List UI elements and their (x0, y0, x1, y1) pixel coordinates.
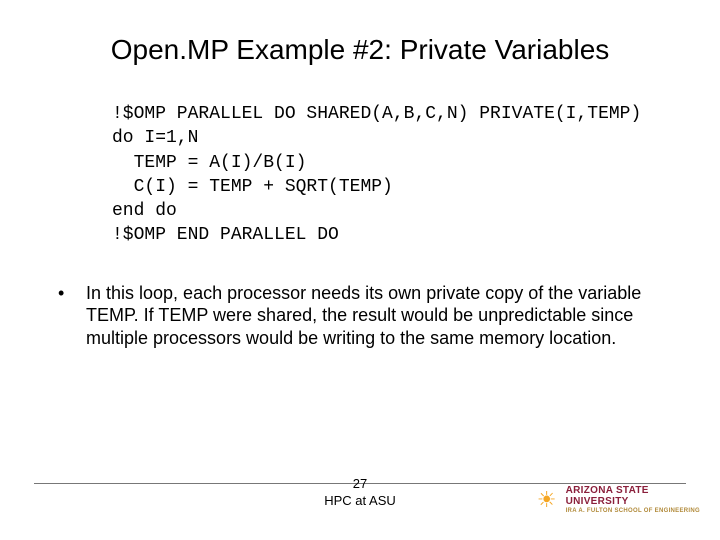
bullet-dot: • (58, 282, 86, 350)
code-line: !$OMP END PARALLEL DO (112, 225, 339, 245)
sunburst-icon: ☀ (534, 487, 560, 513)
logo-text: ARIZONA STATE UNIVERSITY IRA A. FULTON S… (566, 485, 700, 514)
logo-line2: UNIVERSITY (566, 496, 700, 507)
code-block: !$OMP PARALLEL DO SHARED(A,B,C,N) PRIVAT… (112, 102, 680, 248)
bullet-item: • In this loop, each processor needs its… (58, 282, 660, 350)
slide-title: Open.MP Example #2: Private Variables (40, 34, 680, 66)
slide: Open.MP Example #2: Private Variables !$… (0, 0, 720, 540)
bullet-list: • In this loop, each processor needs its… (58, 282, 660, 350)
logo-line1: ARIZONA STATE (566, 485, 700, 496)
logo-line3: IRA A. FULTON SCHOOL OF ENGINEERING (566, 508, 700, 514)
bullet-text: In this loop, each processor needs its o… (86, 282, 660, 350)
code-line: end do (112, 201, 177, 221)
asu-logo: ☀ ARIZONA STATE UNIVERSITY IRA A. FULTON… (534, 485, 700, 514)
code-line: do I=1,N (112, 128, 198, 148)
code-line: TEMP = A(I)/B(I) (112, 153, 306, 173)
code-line: C(I) = TEMP + SQRT(TEMP) (112, 177, 393, 197)
code-line: !$OMP PARALLEL DO SHARED(A,B,C,N) PRIVAT… (112, 104, 641, 124)
